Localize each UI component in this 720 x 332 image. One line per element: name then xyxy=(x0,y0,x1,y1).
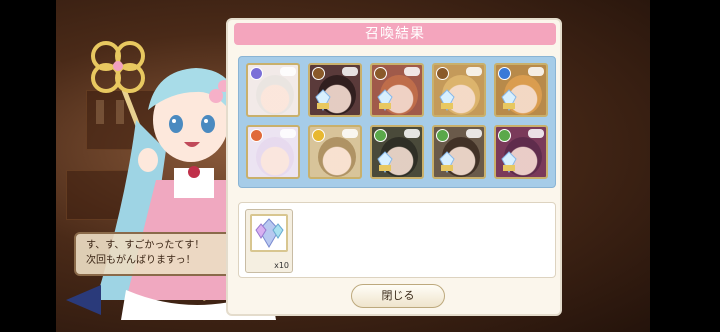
crystal-bonus-icon xyxy=(439,151,455,173)
earth-attribute-icon xyxy=(312,67,325,80)
new-badge xyxy=(404,67,420,76)
game-screen: す、す、すごかったてす！ 次回もがんばりますっ！ 召喚結果 x10 閉じる xyxy=(0,0,720,332)
new-badge xyxy=(466,67,482,76)
letterbox-right xyxy=(650,0,720,332)
moon-attribute-icon xyxy=(250,67,263,80)
crystal-bonus-icon xyxy=(377,151,393,173)
character-card[interactable] xyxy=(494,125,548,179)
character-card[interactable] xyxy=(432,125,486,179)
character-card[interactable] xyxy=(370,63,424,117)
new-badge xyxy=(528,67,544,76)
new-badge xyxy=(280,129,296,138)
character-portrait xyxy=(318,137,356,177)
character-portrait xyxy=(256,137,294,177)
clover-staff-head xyxy=(91,41,145,93)
summon-result-panel: 召喚結果 x10 閉じる xyxy=(226,18,562,316)
item-reward-box: x10 xyxy=(238,202,556,278)
earth-attribute-icon xyxy=(436,67,449,80)
wind-attribute-icon xyxy=(374,129,387,142)
crystal-bonus-icon xyxy=(377,89,393,111)
fire-attribute-icon xyxy=(250,129,263,142)
new-badge xyxy=(342,67,358,76)
crystal-bonus-icon xyxy=(315,89,331,111)
earth-attribute-icon xyxy=(374,67,387,80)
panel-title: 召喚結果 xyxy=(234,23,556,45)
character-portrait xyxy=(256,75,294,115)
letterbox-left xyxy=(0,0,56,332)
wind-attribute-icon xyxy=(498,129,511,142)
close-button[interactable]: 閉じる xyxy=(351,284,445,308)
character-card[interactable] xyxy=(246,125,300,179)
character-card[interactable] xyxy=(370,125,424,179)
crystal-bonus-icon xyxy=(501,151,517,173)
character-card[interactable] xyxy=(308,63,362,117)
crystal-bonus-icon xyxy=(501,89,517,111)
new-badge xyxy=(528,129,544,138)
character-card[interactable] xyxy=(308,125,362,179)
crystal-bonus-icon xyxy=(439,89,455,111)
new-badge xyxy=(342,129,358,138)
reward-item[interactable]: x10 xyxy=(245,209,293,273)
new-badge xyxy=(466,129,482,138)
new-badge xyxy=(280,67,296,76)
water-attribute-icon xyxy=(498,67,511,80)
crystal-bundle-icon xyxy=(250,214,288,252)
light-attribute-icon xyxy=(312,129,325,142)
new-badge xyxy=(404,129,420,138)
character-card[interactable] xyxy=(494,63,548,117)
character-card[interactable] xyxy=(246,63,300,117)
character-card-grid xyxy=(238,56,556,188)
item-count: x10 xyxy=(274,261,289,270)
character-card[interactable] xyxy=(432,63,486,117)
wind-attribute-icon xyxy=(436,129,449,142)
